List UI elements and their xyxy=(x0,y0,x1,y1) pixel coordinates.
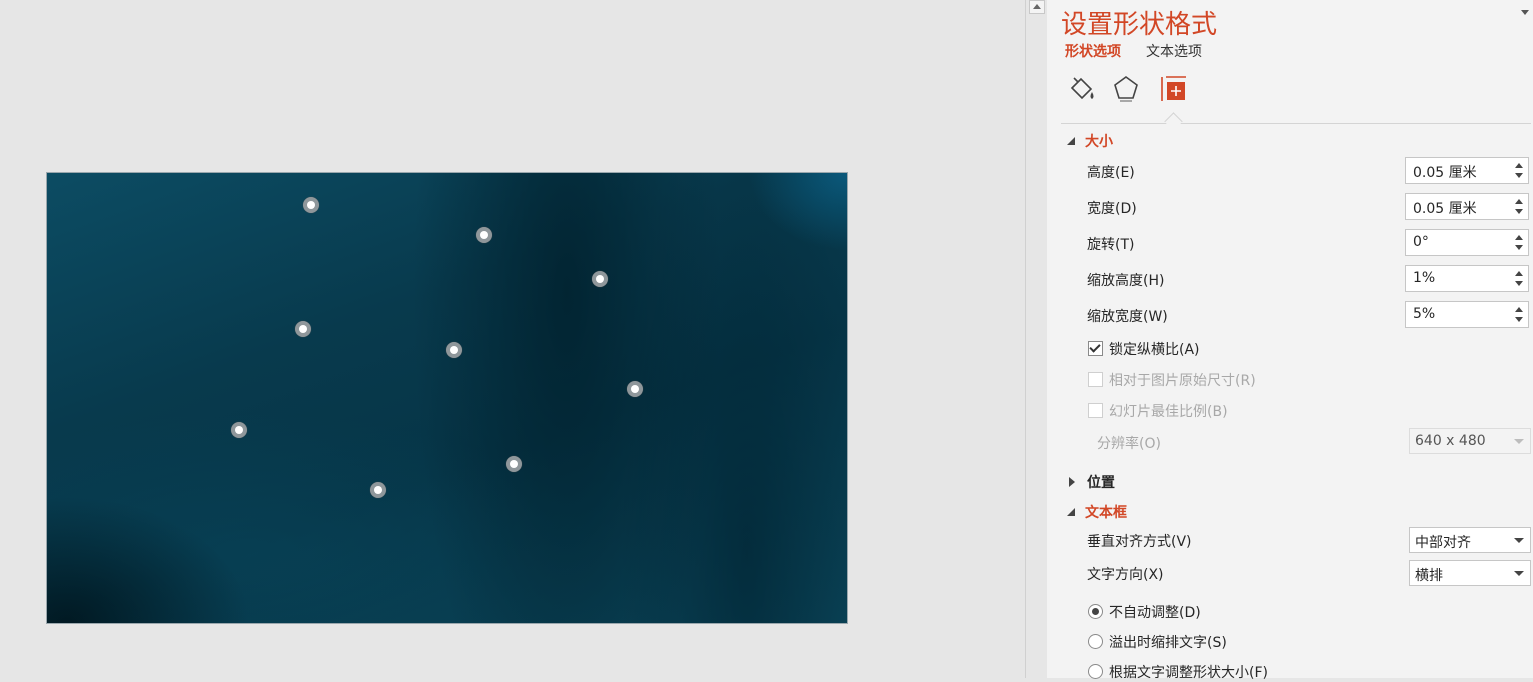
slide-canvas-area xyxy=(0,0,1025,678)
lock-aspect-label: 锁定纵横比(A) xyxy=(1109,342,1200,358)
pane-options-chevron-icon[interactable] xyxy=(1521,10,1529,15)
valign-label: 垂直对齐方式(V) xyxy=(1087,534,1192,550)
width-label: 宽度(D) xyxy=(1087,201,1137,217)
shape-handle[interactable] xyxy=(303,197,319,213)
spin-down-icon[interactable] xyxy=(1515,209,1523,214)
expanded-triangle-icon xyxy=(1067,508,1075,516)
width-spinbox[interactable]: 0.05 厘米 xyxy=(1405,193,1529,220)
radio-no-autofit[interactable] xyxy=(1088,604,1103,619)
scroll-up-arrow-icon[interactable] xyxy=(1029,0,1045,14)
section-position-header[interactable]: 位置 xyxy=(1067,472,1115,492)
chevron-down-icon xyxy=(1514,571,1524,576)
valign-value: 中部对齐 xyxy=(1415,535,1471,551)
collapsed-triangle-icon xyxy=(1069,477,1075,487)
scale-width-label: 缩放宽度(W) xyxy=(1087,309,1168,325)
spin-down-icon[interactable] xyxy=(1515,281,1523,286)
relative-original-label: 相对于图片原始尺寸(R) xyxy=(1109,373,1256,389)
fill-line-icon[interactable] xyxy=(1067,74,1097,104)
radio-selected-dot-icon xyxy=(1092,608,1099,615)
slide[interactable] xyxy=(46,172,848,624)
scale-height-label: 缩放高度(H) xyxy=(1087,273,1165,289)
valign-dropdown[interactable]: 中部对齐 xyxy=(1409,527,1531,553)
width-value: 0.05 厘米 xyxy=(1413,201,1477,217)
direction-label: 文字方向(X) xyxy=(1087,567,1164,583)
icon-divider xyxy=(1061,123,1531,124)
spin-up-icon[interactable] xyxy=(1515,163,1523,168)
size-properties-icon[interactable] xyxy=(1159,74,1189,104)
scale-height-value: 1% xyxy=(1413,270,1436,286)
best-scale-label: 幻灯片最佳比例(B) xyxy=(1109,404,1228,420)
best-scale-checkbox[interactable] xyxy=(1088,403,1103,418)
shape-handle[interactable] xyxy=(370,482,386,498)
resolution-value: 640 x 480 xyxy=(1415,433,1486,449)
radio-resize-shape[interactable] xyxy=(1088,664,1103,679)
radio-shrink-overflow[interactable] xyxy=(1088,634,1103,649)
rotation-spinbox[interactable]: 0° xyxy=(1405,229,1529,256)
shape-handle[interactable] xyxy=(476,227,492,243)
scale-width-spinbox[interactable]: 5% xyxy=(1405,301,1529,328)
scale-height-spinbox[interactable]: 1% xyxy=(1405,265,1529,292)
height-label: 高度(E) xyxy=(1087,165,1135,181)
resolution-label: 分辨率(O) xyxy=(1097,436,1161,452)
scale-width-value: 5% xyxy=(1413,306,1436,322)
spin-up-icon[interactable] xyxy=(1515,235,1523,240)
expanded-triangle-icon xyxy=(1067,137,1075,145)
radio-resize-shape-label: 根据文字调整形状大小(F) xyxy=(1109,665,1268,681)
spin-down-icon[interactable] xyxy=(1515,317,1523,322)
chevron-down-icon xyxy=(1514,538,1524,543)
section-size-header[interactable]: 大小 xyxy=(1067,131,1113,151)
spin-down-icon[interactable] xyxy=(1515,173,1523,178)
height-spinbox[interactable]: 0.05 厘米 xyxy=(1405,157,1529,184)
spin-up-icon[interactable] xyxy=(1515,307,1523,312)
section-position-title: 位置 xyxy=(1087,475,1115,491)
spin-up-icon[interactable] xyxy=(1515,271,1523,276)
chevron-down-icon xyxy=(1514,439,1524,444)
vertical-scrollbar[interactable] xyxy=(1025,0,1047,678)
lock-aspect-checkbox[interactable] xyxy=(1088,341,1103,356)
shape-handle[interactable] xyxy=(231,422,247,438)
shape-handle[interactable] xyxy=(506,456,522,472)
pane-title: 设置形状格式 xyxy=(1061,10,1218,40)
shape-handle[interactable] xyxy=(295,321,311,337)
direction-dropdown[interactable]: 横排 xyxy=(1409,560,1531,586)
shape-handle[interactable] xyxy=(446,342,462,358)
checkmark-icon xyxy=(1089,341,1101,353)
height-value: 0.05 厘米 xyxy=(1413,165,1477,181)
resolution-dropdown[interactable]: 640 x 480 xyxy=(1409,428,1531,454)
section-size-title: 大小 xyxy=(1085,134,1113,150)
relative-original-checkbox[interactable] xyxy=(1088,372,1103,387)
selected-icon-notch xyxy=(1164,112,1183,131)
section-textbox-title: 文本框 xyxy=(1085,505,1127,521)
direction-value: 横排 xyxy=(1415,568,1443,584)
rotation-label: 旋转(T) xyxy=(1087,237,1135,253)
tab-text-options[interactable]: 文本选项 xyxy=(1146,41,1202,61)
spin-up-icon[interactable] xyxy=(1515,199,1523,204)
rotation-value: 0° xyxy=(1413,234,1429,250)
radio-no-autofit-label: 不自动调整(D) xyxy=(1109,605,1201,621)
spin-down-icon[interactable] xyxy=(1515,245,1523,250)
format-shape-pane: 设置形状格式 形状选项 文本选项 大小 高度(E) 0.05 厘米 宽度(D) … xyxy=(1047,0,1533,681)
section-textbox-header[interactable]: 文本框 xyxy=(1067,502,1127,522)
tab-shape-options[interactable]: 形状选项 xyxy=(1065,41,1121,61)
shape-handle[interactable] xyxy=(627,381,643,397)
effects-pentagon-icon[interactable] xyxy=(1111,74,1141,104)
shape-handle[interactable] xyxy=(592,271,608,287)
radio-shrink-overflow-label: 溢出时缩排文字(S) xyxy=(1109,635,1227,651)
